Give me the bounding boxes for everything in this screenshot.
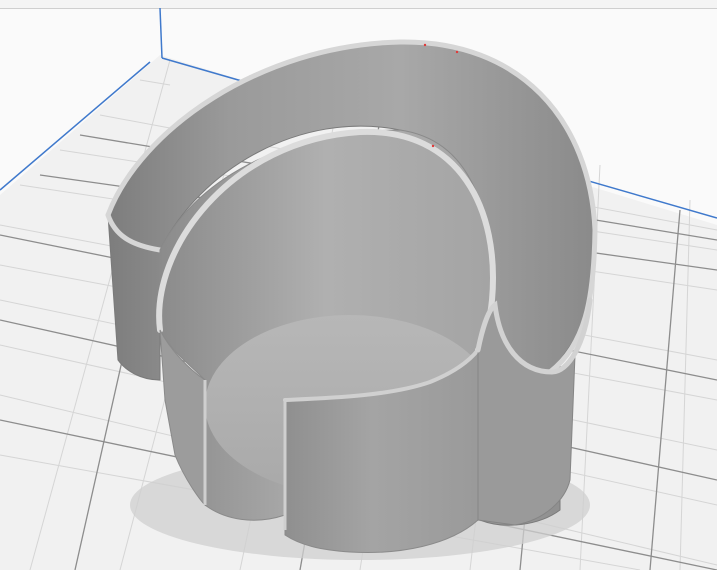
seam-marker	[423, 43, 427, 47]
seam-marker	[455, 50, 459, 54]
scene-canvas[interactable]	[0, 0, 717, 570]
viewport-3d[interactable]	[0, 0, 717, 570]
seam-marker	[431, 144, 435, 148]
